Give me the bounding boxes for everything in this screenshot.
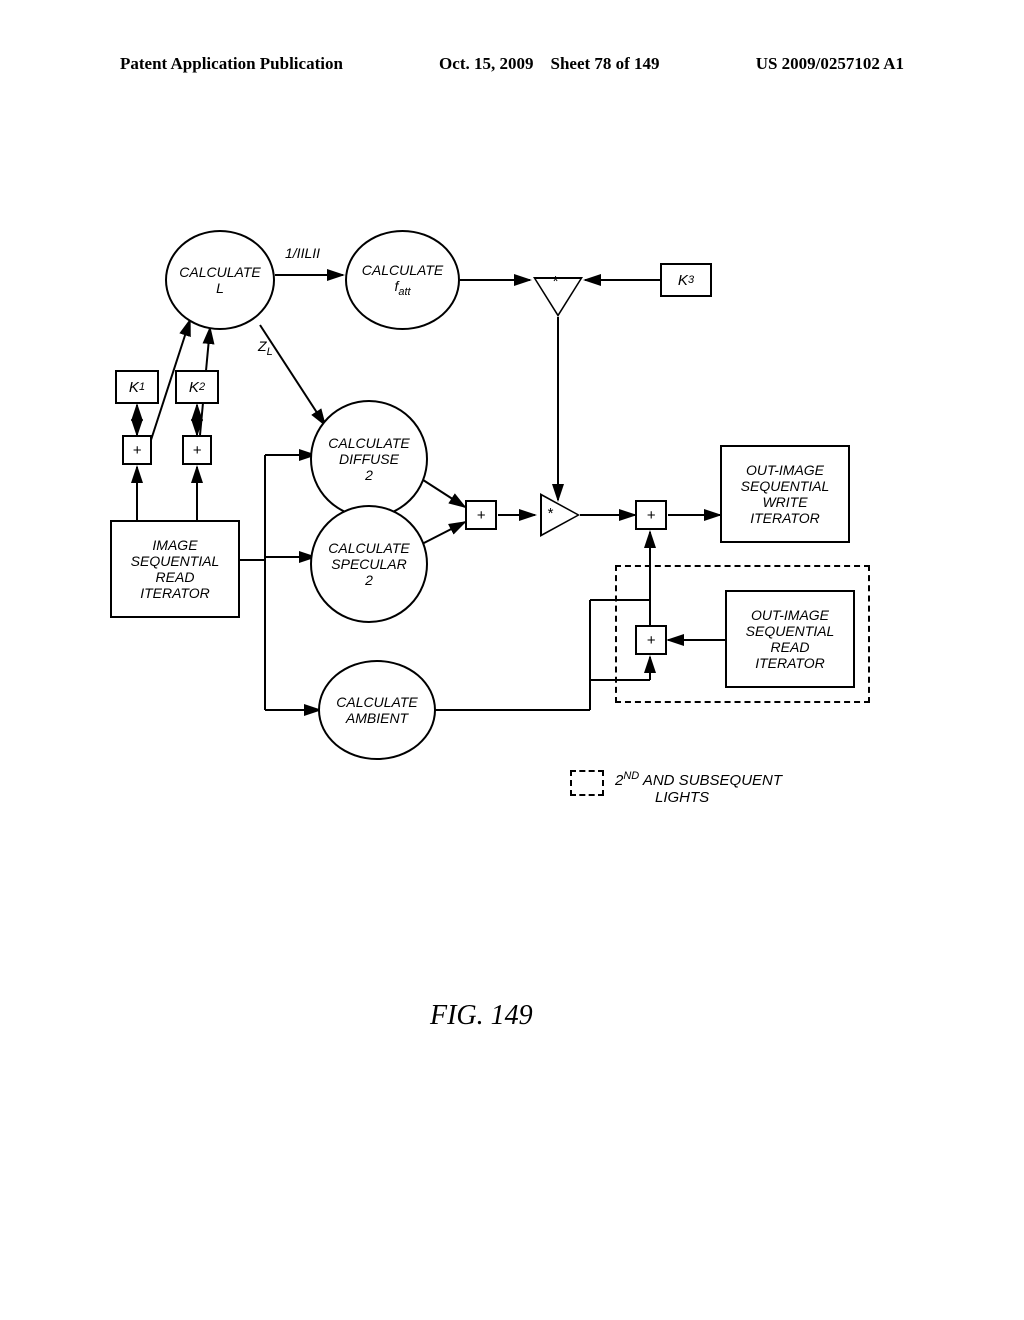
diagram-container: CALCULATE L CALCULATE fatt CALCULATE DIF… bbox=[110, 230, 890, 850]
edge-label-ZL: ZL bbox=[258, 338, 273, 358]
node-mul-main bbox=[540, 493, 580, 537]
node-write-iterator: OUT-IMAGE SEQUENTIAL WRITE ITERATOR bbox=[720, 445, 850, 543]
node-plus-out: + bbox=[635, 500, 667, 530]
node-read-iterator: IMAGE SEQUENTIAL READ ITERATOR bbox=[110, 520, 240, 618]
node-calculate-fatt: CALCULATE fatt bbox=[345, 230, 460, 330]
node-K1: K1 bbox=[115, 370, 159, 404]
header: Patent Application Publication Oct. 15, … bbox=[0, 54, 1024, 74]
pub-label: Patent Application Publication bbox=[120, 54, 343, 74]
calc-fatt-line1: CALCULATE bbox=[362, 262, 443, 278]
sheet-count: Sheet 78 of 149 bbox=[550, 54, 659, 73]
figure-label: FIG. 149 bbox=[430, 1000, 533, 1032]
node-calculate-diffuse: CALCULATE DIFFUSE 2 bbox=[310, 400, 428, 518]
mul-label-2: * bbox=[547, 505, 553, 522]
mul-label-1: * bbox=[552, 273, 558, 290]
node-plus-K1: + bbox=[122, 435, 152, 465]
pub-date: Oct. 15, 2009 bbox=[439, 54, 533, 73]
calc-fatt-sym: fatt bbox=[394, 278, 410, 298]
node-calculate-specular: CALCULATE SPECULAR 2 bbox=[310, 505, 428, 623]
node-K2: K2 bbox=[175, 370, 219, 404]
node-plus-diffspec: + bbox=[465, 500, 497, 530]
node-mul-fatt bbox=[533, 277, 583, 317]
legend-text: 2ND AND SUBSEQUENT LIGHTS bbox=[615, 770, 782, 806]
date-sheet: Oct. 15, 2009 Sheet 78 of 149 bbox=[439, 54, 660, 74]
node-calculate-L: CALCULATE L bbox=[165, 230, 275, 330]
edge-label-1overL: 1/IILII bbox=[285, 245, 320, 261]
pub-id: US 2009/0257102 A1 bbox=[756, 54, 904, 74]
node-calculate-ambient: CALCULATE AMBIENT bbox=[318, 660, 436, 760]
dashed-group bbox=[615, 565, 870, 703]
legend-box-icon bbox=[570, 770, 604, 796]
node-plus-K2: + bbox=[182, 435, 212, 465]
node-K3: K3 bbox=[660, 263, 712, 297]
